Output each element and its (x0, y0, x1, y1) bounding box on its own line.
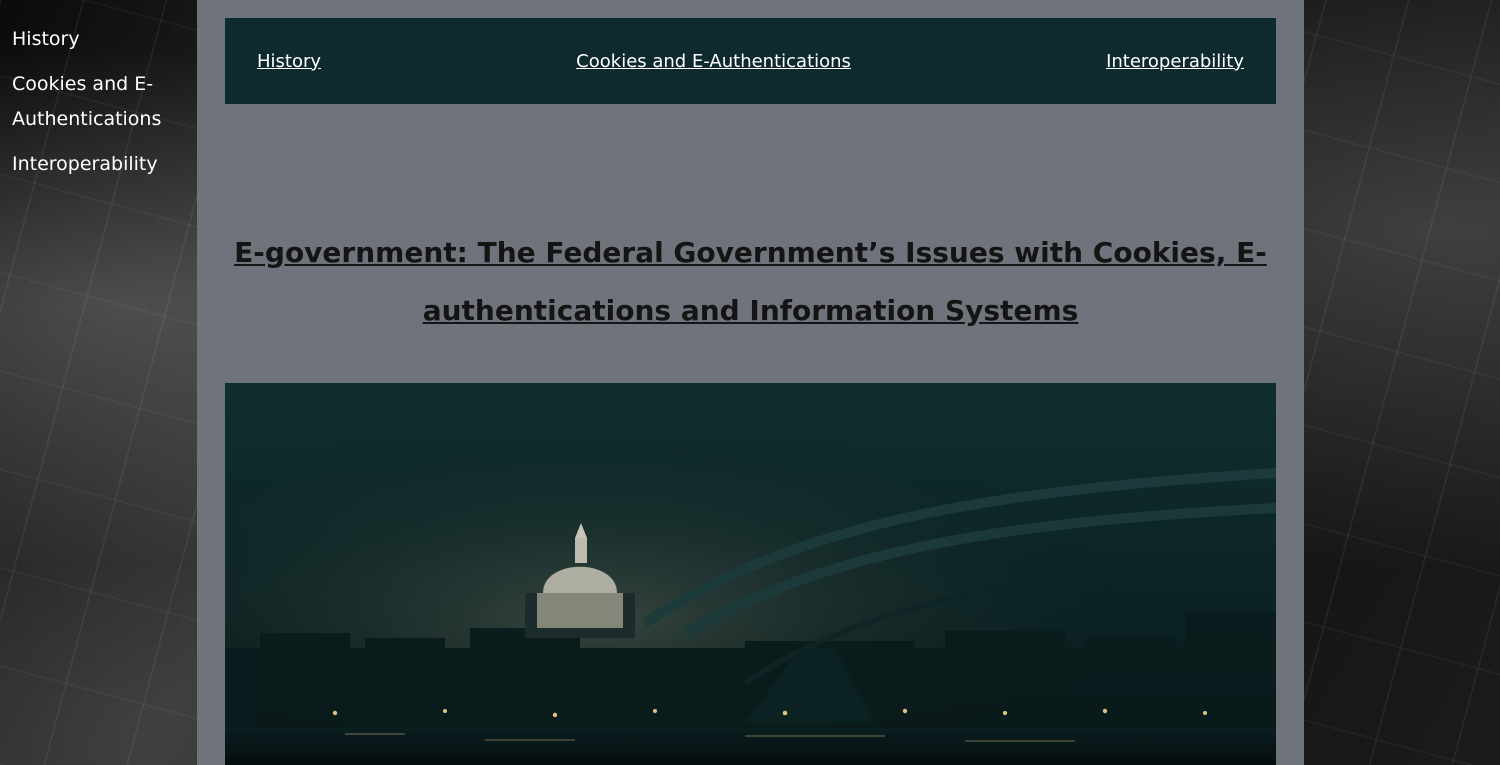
top-nav-history-link[interactable]: History (257, 51, 321, 72)
top-nav-cookies-e-authentications-link[interactable]: Cookies and E-Authentications (576, 51, 851, 72)
sidebar-nav: History Cookies and E-Authentications In… (0, 0, 197, 192)
page-title: E-government: The Federal Government’s I… (234, 236, 1267, 327)
content-panel: History Cookies and E-Authentications In… (197, 0, 1304, 765)
top-nav-bar: History Cookies and E-Authentications In… (225, 18, 1276, 104)
sidebar-item-cookies-e-authentications[interactable]: Cookies and E-Authentications (12, 67, 177, 137)
sidebar-item-interoperability[interactable]: Interoperability (12, 147, 177, 182)
cityscape-image (225, 383, 1276, 765)
sidebar-item-history[interactable]: History (12, 22, 177, 57)
top-nav-interoperability-link[interactable]: Interoperability (1106, 51, 1244, 72)
hero-image (225, 383, 1276, 765)
